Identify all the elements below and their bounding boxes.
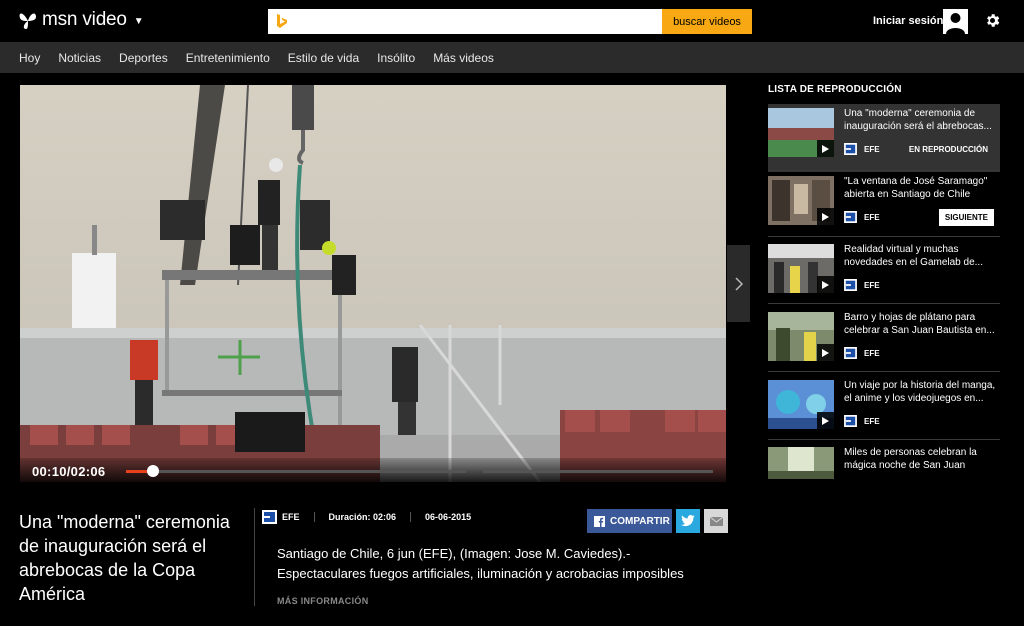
playlist-thumbnail [768, 176, 834, 225]
efe-logo-icon [844, 415, 857, 427]
nav-item-estilo-de-vida[interactable]: Estilo de vida [288, 51, 359, 65]
email-share-button[interactable] [704, 509, 728, 533]
playlist-thumbnail [768, 108, 834, 157]
logo-text: msn video [42, 9, 127, 30]
date-label: 06-06-2015 [425, 512, 472, 522]
duration-label: Duración: 02:06 [328, 512, 397, 522]
playlist-divider [768, 371, 1000, 372]
msn-butterfly-icon [19, 13, 36, 29]
efe-logo-icon [844, 211, 857, 223]
video-player[interactable] [20, 85, 726, 482]
playlist-divider [768, 236, 1000, 237]
playlist-item-source: EFE [844, 347, 880, 359]
playlist-item[interactable]: Miles de personas celebran la mágica noc… [768, 443, 1000, 479]
next-badge[interactable]: SIGUIENTE [938, 209, 994, 226]
playlist-divider [768, 170, 1000, 171]
efe-logo-icon [262, 510, 277, 524]
video-frame [20, 85, 726, 482]
playlist-item[interactable]: Un viaje por la historia del manga, el a… [768, 376, 1000, 444]
next-video-arrow[interactable] [727, 245, 750, 322]
playlist-divider [768, 439, 1000, 440]
meta-separator [313, 512, 315, 522]
bing-icon [277, 14, 287, 28]
search-input[interactable] [268, 9, 662, 34]
volume-bar[interactable] [483, 470, 713, 473]
mail-icon [709, 516, 723, 526]
nav-item-hoy[interactable]: Hoy [19, 51, 40, 65]
top-bar: msn video ▼ buscar videos Iniciar sesión [0, 0, 1024, 42]
gear-icon[interactable] [984, 12, 1001, 29]
player-controls: 00:10/02:06 [20, 458, 726, 482]
playlist-item[interactable]: Una "moderna" ceremonia de inauguración … [768, 104, 1000, 172]
playlist-thumbnail [768, 380, 834, 429]
playlist-item-title: Barro y hojas de plátano para celebrar a… [844, 312, 995, 336]
playlist-thumbnail [768, 244, 834, 293]
playlist-thumbnail [768, 312, 834, 361]
timecode: 00:10/02:06 [32, 464, 106, 479]
search-button[interactable]: buscar videos [662, 9, 752, 34]
video-title: Una "moderna" ceremonia de inauguración … [19, 512, 230, 604]
source-label: EFE [864, 416, 880, 426]
playlist-thumbnail [768, 447, 834, 479]
category-nav: Hoy Noticias Deportes Entretenimiento Es… [0, 42, 1024, 73]
efe-logo-icon [844, 347, 857, 359]
play-icon [817, 208, 834, 225]
nav-item-noticias[interactable]: Noticias [58, 51, 101, 65]
playlist-item-source: EFE [844, 279, 880, 291]
playlist-divider [768, 303, 1000, 304]
playlist-item-title: Una "moderna" ceremonia de inauguración … [844, 108, 992, 132]
playlist-item-title: Un viaje por la historia del manga, el a… [844, 380, 996, 404]
nav-item-entretenimiento[interactable]: Entretenimiento [186, 51, 270, 65]
playlist-item-title: Realidad virtual y muchas novedades en e… [844, 244, 983, 268]
twitter-share-button[interactable] [676, 509, 700, 533]
search-bar: buscar videos [268, 9, 752, 34]
play-icon [817, 344, 834, 361]
playlist-item[interactable]: "La ventana de José Saramago" abierta en… [768, 172, 1000, 240]
playlist-item-source: EFE [844, 415, 880, 427]
playlist-item-source: EFE [844, 211, 880, 223]
efe-logo-icon [844, 143, 857, 155]
facebook-share-button[interactable]: COMPARTIR [587, 509, 672, 533]
now-playing-label: EN REPRODUCCIÓN [908, 145, 988, 154]
playlist-item-title: "La ventana de José Saramago" abierta en… [844, 176, 988, 200]
more-info-link[interactable]: MÁS INFORMACIÓN [277, 596, 369, 606]
source-label: EFE [864, 348, 880, 358]
source-label: EFE [864, 212, 880, 222]
nav-item-insolito[interactable]: Insólito [377, 51, 415, 65]
progress-bar[interactable] [126, 465, 466, 477]
play-icon [817, 140, 834, 157]
user-icon [946, 13, 965, 34]
video-description: Santiago de Chile, 6 jun (EFE), (Imagen:… [277, 546, 684, 581]
chevron-right-icon [734, 276, 743, 291]
playlist-item[interactable]: Barro y hojas de plátano para celebrar a… [768, 308, 1000, 376]
source-label: EFE [864, 144, 880, 154]
playlist-item[interactable]: Realidad virtual y muchas novedades en e… [768, 240, 1000, 308]
efe-logo-icon [844, 279, 857, 291]
progress-knob[interactable] [146, 465, 159, 477]
chevron-down-icon: ▼ [133, 16, 144, 27]
twitter-icon [681, 515, 695, 527]
msn-video-logo[interactable]: msn video ▼ [18, 9, 144, 31]
info-divider [254, 508, 255, 606]
nav-item-mas-videos[interactable]: Más videos [433, 51, 494, 65]
source-label[interactable]: EFE [282, 512, 300, 522]
play-icon [817, 412, 834, 429]
playlist-header: LISTA DE REPRODUCCIÓN [768, 84, 902, 95]
share-label: COMPARTIR [610, 515, 670, 527]
playlist-item-source: EFE [844, 143, 880, 155]
playlist-item-title: Miles de personas celebran la mágica noc… [844, 447, 977, 471]
meta-separator [410, 512, 412, 522]
video-meta: EFE Duración: 02:06 06-06-2015 [262, 510, 471, 524]
nav-item-deportes[interactable]: Deportes [119, 51, 168, 65]
signin-link[interactable]: Iniciar sesión [873, 15, 943, 27]
play-icon [817, 276, 834, 293]
avatar[interactable] [943, 9, 968, 34]
source-label: EFE [864, 280, 880, 290]
facebook-icon [594, 515, 605, 527]
